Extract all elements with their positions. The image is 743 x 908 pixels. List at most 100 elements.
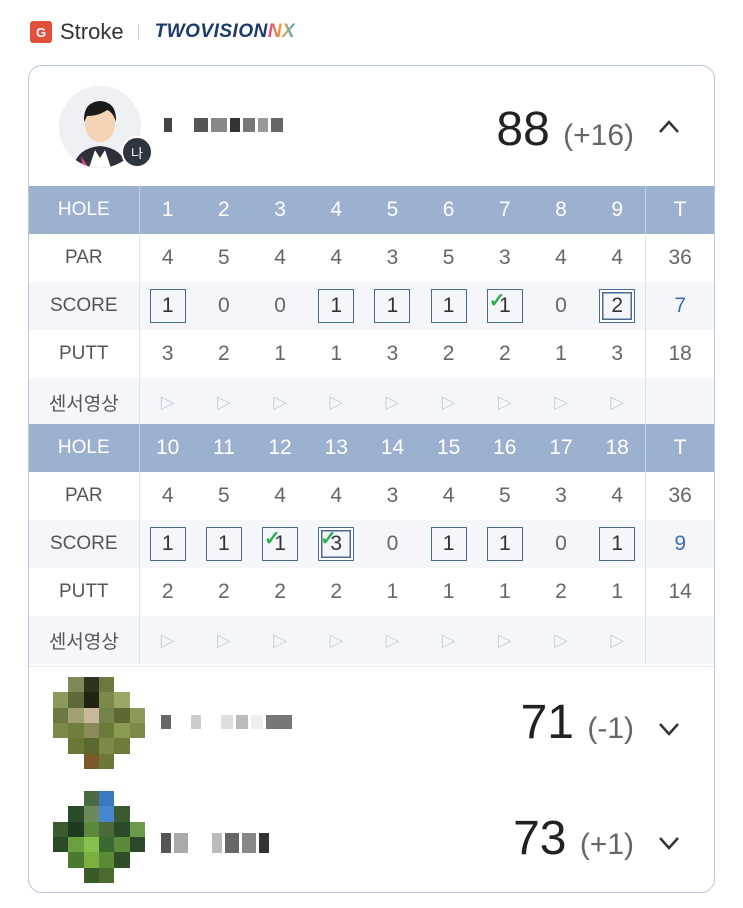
hole-number: 15 bbox=[436, 436, 461, 459]
par-value: 4 bbox=[330, 484, 343, 507]
score-label: SCORE bbox=[29, 282, 140, 330]
play-icon[interactable]: ▷ bbox=[308, 616, 364, 664]
score-cell: 0 bbox=[274, 294, 286, 317]
putt-value: 2 bbox=[218, 342, 230, 365]
checkmark-icon: ✓ bbox=[263, 528, 281, 550]
player-score: 73 (+1) bbox=[513, 812, 634, 865]
score-row: SCORE 1 0 0 1 1 1 ✓ 1 0 2 7 bbox=[29, 282, 714, 330]
play-icon[interactable]: ▷ bbox=[533, 616, 589, 664]
par-value: 3 bbox=[498, 246, 511, 269]
divider bbox=[137, 24, 139, 40]
sensor-video-row: 센서영상 ▷ ▷ ▷ ▷ ▷ ▷ ▷ ▷ ▷ bbox=[29, 378, 714, 426]
hole-label: HOLE bbox=[29, 186, 140, 234]
score-row: SCORE 1 1 ✓ 1 ✓ 3 0 1 1 0 1 9 bbox=[29, 520, 714, 568]
sensor-total-empty bbox=[645, 616, 714, 664]
putt-label: PUTT bbox=[29, 568, 140, 616]
score-cell: ✓ 1 bbox=[477, 282, 533, 330]
putt-value: 2 bbox=[274, 580, 286, 603]
hole-number: 3 bbox=[274, 198, 286, 221]
checkmark-icon: ✓ bbox=[320, 528, 337, 550]
putt-value: 1 bbox=[555, 342, 567, 365]
par-value: 4 bbox=[274, 484, 286, 507]
player-summary-3[interactable]: 73 (+1) bbox=[29, 781, 714, 891]
me-badge: 나 bbox=[121, 136, 153, 168]
play-icon[interactable]: ▷ bbox=[308, 378, 364, 426]
hole-number: 4 bbox=[330, 198, 343, 221]
par-value: 4 bbox=[330, 246, 343, 269]
putt-value: 2 bbox=[330, 580, 343, 603]
brand-logo: TWOVISIONNX bbox=[154, 21, 296, 42]
par-label: PAR bbox=[29, 472, 140, 520]
sensor-video-label: 센서영상 bbox=[29, 378, 140, 426]
score-cell: 1 bbox=[140, 282, 196, 330]
play-icon[interactable]: ▷ bbox=[589, 616, 645, 664]
par-total: 36 bbox=[645, 472, 714, 520]
hole-number: 8 bbox=[555, 198, 567, 221]
putt-value: 2 bbox=[442, 342, 455, 365]
hole-number: 2 bbox=[218, 198, 230, 221]
play-icon[interactable]: ▷ bbox=[364, 378, 420, 426]
hole-number: 7 bbox=[498, 198, 511, 221]
play-icon[interactable]: ▷ bbox=[421, 616, 477, 664]
par-value: 5 bbox=[218, 246, 230, 269]
play-icon[interactable]: ▷ bbox=[196, 378, 252, 426]
putt-total: 14 bbox=[645, 568, 714, 616]
score-cell: 0 bbox=[386, 532, 399, 555]
hole-number: 16 bbox=[493, 436, 517, 459]
par-value: 4 bbox=[274, 246, 286, 269]
play-icon[interactable]: ▷ bbox=[364, 616, 420, 664]
putt-value: 2 bbox=[161, 580, 174, 603]
par-value: 3 bbox=[555, 484, 567, 507]
par-value: 5 bbox=[498, 484, 511, 507]
hole-row: HOLE 10 11 12 13 14 15 16 17 18 T bbox=[29, 424, 714, 472]
sensor-video-label: 센서영상 bbox=[29, 616, 140, 664]
player-score: 71 (-1) bbox=[520, 696, 634, 749]
player-summary-me[interactable]: 나 88 (+16) bbox=[29, 66, 714, 186]
play-icon[interactable]: ▷ bbox=[589, 378, 645, 426]
par-label: PAR bbox=[29, 234, 140, 282]
play-icon[interactable]: ▷ bbox=[477, 378, 533, 426]
par-value: 5 bbox=[442, 246, 455, 269]
hole-number: 6 bbox=[442, 198, 455, 221]
collapse-chevron-icon[interactable] bbox=[658, 108, 680, 142]
score-total: 9 bbox=[645, 520, 714, 568]
hole-row: HOLE 1 2 3 4 5 6 7 8 9 T bbox=[29, 186, 714, 234]
score-cell: 1 bbox=[589, 520, 645, 568]
player-summary-2[interactable]: 71 (-1) bbox=[29, 666, 714, 777]
expand-chevron-icon[interactable] bbox=[658, 711, 680, 745]
putt-label: PUTT bbox=[29, 330, 140, 378]
play-icon[interactable]: ▷ bbox=[533, 378, 589, 426]
game-mode-label: Stroke bbox=[60, 19, 124, 44]
play-icon[interactable]: ▷ bbox=[252, 616, 308, 664]
checkmark-icon: ✓ bbox=[488, 290, 506, 312]
score-cell: 1 bbox=[196, 520, 252, 568]
player-score: 88 (+16) bbox=[496, 103, 634, 156]
player-avatar bbox=[53, 677, 145, 769]
player-name-obscured bbox=[164, 118, 283, 132]
expand-chevron-icon[interactable] bbox=[658, 825, 680, 859]
total-label: T bbox=[645, 186, 714, 234]
play-icon[interactable]: ▷ bbox=[252, 378, 308, 426]
putt-value: 1 bbox=[498, 580, 511, 603]
hole-number: 10 bbox=[156, 436, 180, 459]
putt-value: 3 bbox=[386, 342, 399, 365]
score-cell: 0 bbox=[555, 294, 567, 317]
putt-total: 18 bbox=[645, 330, 714, 378]
top-bar: G Stroke TWOVISIONNX bbox=[30, 18, 295, 46]
score-cell: ✓ 1 bbox=[252, 520, 308, 568]
par-value: 4 bbox=[161, 484, 174, 507]
score-cell: 2 bbox=[589, 282, 645, 330]
score-cell: ✓ 3 bbox=[308, 520, 364, 568]
putt-row: PUTT 2 2 2 2 1 1 1 2 1 14 bbox=[29, 568, 714, 616]
par-row: PAR 4 5 4 4 3 4 5 3 4 36 bbox=[29, 472, 714, 520]
play-icon[interactable]: ▷ bbox=[421, 378, 477, 426]
par-value: 4 bbox=[442, 484, 455, 507]
hole-number: 14 bbox=[380, 436, 405, 459]
play-icon[interactable]: ▷ bbox=[140, 378, 196, 426]
play-icon[interactable]: ▷ bbox=[477, 616, 533, 664]
play-icon[interactable]: ▷ bbox=[196, 616, 252, 664]
score-cell: 1 bbox=[308, 282, 364, 330]
play-icon[interactable]: ▷ bbox=[140, 616, 196, 664]
putt-value: 1 bbox=[386, 580, 399, 603]
par-row: PAR 4 5 4 4 3 5 3 4 4 36 bbox=[29, 234, 714, 282]
